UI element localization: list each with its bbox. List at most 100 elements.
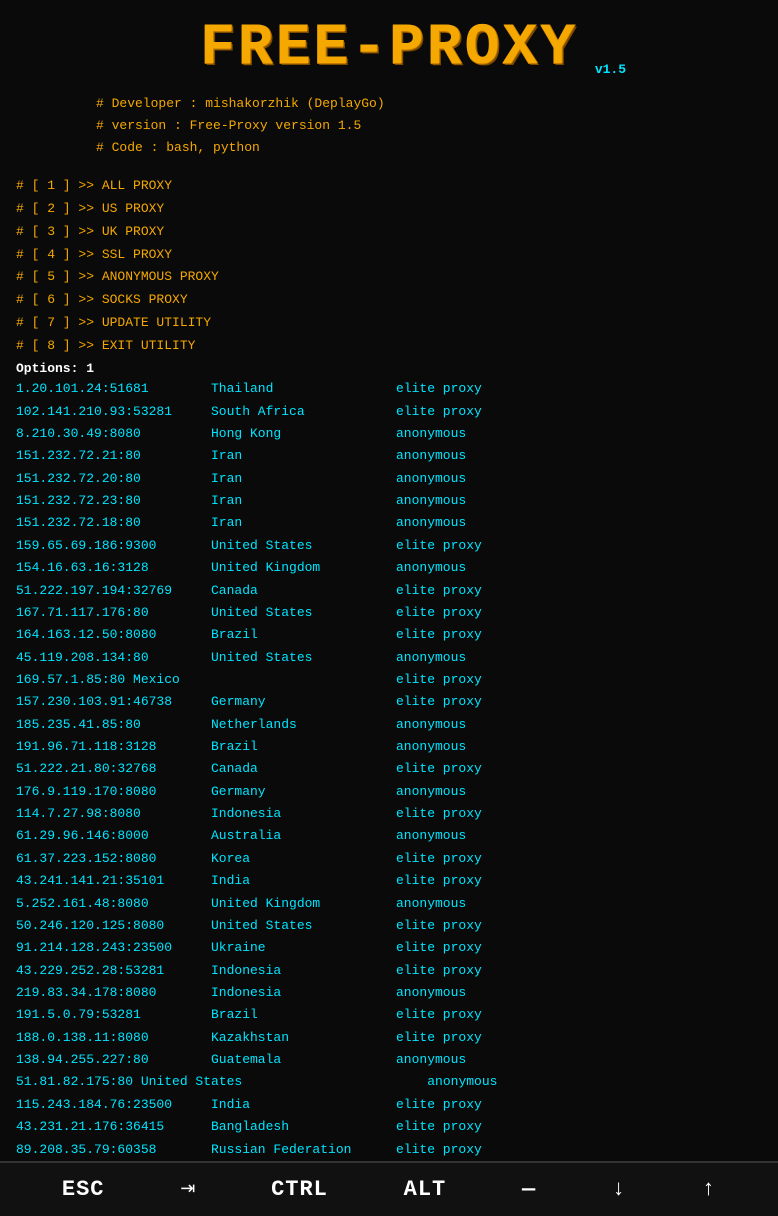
info-line-3: # Code : bash, python xyxy=(96,137,762,159)
proxy-row: 89.208.35.79:60358Russian Federationelit… xyxy=(16,1139,762,1161)
bottom-key-5[interactable]: ↓ xyxy=(612,1177,626,1202)
proxy-ip: 115.243.184.76:23500 xyxy=(16,1094,211,1116)
proxy-row: 151.232.72.21:80Irananonymous xyxy=(16,445,762,467)
menu-item-6[interactable]: # [ 6 ] >> SOCKS PROXY xyxy=(16,289,762,312)
proxy-country: Thailand xyxy=(211,378,396,400)
proxy-type: elite proxy xyxy=(396,1004,482,1026)
menu-item-5[interactable]: # [ 5 ] >> ANONYMOUS PROXY xyxy=(16,266,762,289)
bottom-key-6[interactable]: ↑ xyxy=(702,1177,716,1202)
proxy-ip: 151.232.72.23:80 xyxy=(16,490,211,512)
proxy-row: 157.230.103.91:46738Germanyelite proxy xyxy=(16,691,762,713)
menu-item-1[interactable]: # [ 1 ] >> ALL PROXY xyxy=(16,175,762,198)
proxy-ip: 45.119.208.134:80 xyxy=(16,647,211,669)
info-line-1: # Developer : mishakorzhik (DeplayGo) xyxy=(96,93,762,115)
proxy-row: 115.243.184.76:23500Indiaelite proxy xyxy=(16,1094,762,1116)
options-line: Options: 1 xyxy=(0,359,778,378)
proxy-ip: 50.246.120.125:8080 xyxy=(16,915,211,937)
proxy-type: elite proxy xyxy=(396,758,482,780)
proxy-row: 102.141.210.93:53281South Africaelite pr… xyxy=(16,401,762,423)
proxy-ip: 43.241.141.21:35101 xyxy=(16,870,211,892)
proxy-ip: 185.235.41.85:80 xyxy=(16,714,211,736)
proxy-country: Canada xyxy=(211,580,396,602)
proxy-country: Hong Kong xyxy=(211,423,396,445)
proxy-row: 159.65.69.186:9300United Stateselite pro… xyxy=(16,535,762,557)
proxy-ip: 159.65.69.186:9300 xyxy=(16,535,211,557)
proxy-ip: 102.141.210.93:53281 xyxy=(16,401,211,423)
proxy-type: elite proxy xyxy=(396,1027,482,1049)
menu-item-3[interactable]: # [ 3 ] >> UK PROXY xyxy=(16,221,762,244)
proxy-table: 1.20.101.24:51681Thailandelite proxy102.… xyxy=(0,378,778,1161)
menu-item-4[interactable]: # [ 4 ] >> SSL PROXY xyxy=(16,244,762,267)
proxy-ip: 151.232.72.21:80 xyxy=(16,445,211,467)
proxy-type: elite proxy xyxy=(396,669,482,691)
proxy-ip: 151.232.72.18:80 xyxy=(16,512,211,534)
proxy-ip: 219.83.34.178:8080 xyxy=(16,982,211,1004)
proxy-row: 164.163.12.50:8080Brazilelite proxy xyxy=(16,624,762,646)
proxy-row: 191.5.0.79:53281Brazilelite proxy xyxy=(16,1004,762,1026)
proxy-type: elite proxy xyxy=(396,535,482,557)
proxy-country: United States xyxy=(211,915,396,937)
proxy-ip: 164.163.12.50:8080 xyxy=(16,624,211,646)
proxy-ip: 167.71.117.176:80 xyxy=(16,602,211,624)
proxy-country: Iran xyxy=(211,490,396,512)
proxy-ip: 91.214.128.243:23500 xyxy=(16,937,211,959)
proxy-country xyxy=(242,1071,427,1093)
proxy-country: United States xyxy=(211,602,396,624)
proxy-type: elite proxy xyxy=(396,848,482,870)
proxy-country: Brazil xyxy=(211,736,396,758)
proxy-row: 151.232.72.23:80Irananonymous xyxy=(16,490,762,512)
proxy-country: United Kingdom xyxy=(211,557,396,579)
proxy-ip: 51.81.82.175:80 United States xyxy=(16,1071,242,1093)
menu-item-8[interactable]: # [ 8 ] >> EXIT UTILITY xyxy=(16,335,762,358)
proxy-country: Guatemala xyxy=(211,1049,396,1071)
proxy-ip: 157.230.103.91:46738 xyxy=(16,691,211,713)
proxy-country: Ukraine xyxy=(211,937,396,959)
bottom-key-4[interactable]: — xyxy=(522,1177,536,1202)
proxy-row: 219.83.34.178:8080Indonesiaanonymous xyxy=(16,982,762,1004)
proxy-ip: 61.29.96.146:8000 xyxy=(16,825,211,847)
proxy-country: Germany xyxy=(211,691,396,713)
proxy-country: Indonesia xyxy=(211,960,396,982)
proxy-country: India xyxy=(211,870,396,892)
proxy-type: elite proxy xyxy=(396,915,482,937)
proxy-type: anonymous xyxy=(396,445,466,467)
proxy-country: Netherlands xyxy=(211,714,396,736)
proxy-country: South Africa xyxy=(211,401,396,423)
proxy-country: Korea xyxy=(211,848,396,870)
proxy-ip: 1.20.101.24:51681 xyxy=(16,378,211,400)
proxy-country: Kazakhstan xyxy=(211,1027,396,1049)
proxy-type: anonymous xyxy=(396,714,466,736)
version-badge: v1.5 xyxy=(595,62,626,77)
bottom-key-1[interactable]: ⇥ xyxy=(180,1178,195,1200)
proxy-type: elite proxy xyxy=(396,960,482,982)
proxy-type: anonymous xyxy=(396,490,466,512)
proxy-ip: 154.16.63.16:3128 xyxy=(16,557,211,579)
proxy-country: Russian Federation xyxy=(211,1139,396,1161)
proxy-ip: 8.210.30.49:8080 xyxy=(16,423,211,445)
bottom-key-0[interactable]: ESC xyxy=(62,1177,105,1202)
proxy-ip: 151.232.72.20:80 xyxy=(16,468,211,490)
proxy-row: 43.241.141.21:35101Indiaelite proxy xyxy=(16,870,762,892)
proxy-type: elite proxy xyxy=(396,1139,482,1161)
proxy-type: elite proxy xyxy=(396,378,482,400)
menu-item-2[interactable]: # [ 2 ] >> US PROXY xyxy=(16,198,762,221)
proxy-row: 50.246.120.125:8080United Stateselite pr… xyxy=(16,915,762,937)
proxy-ip: 61.37.223.152:8080 xyxy=(16,848,211,870)
header-area: FREE-PROXY v1.5 # Developer : mishakorzh… xyxy=(0,0,778,167)
bottom-key-2[interactable]: CTRL xyxy=(271,1177,328,1202)
proxy-country: Bangladesh xyxy=(211,1116,396,1138)
proxy-row: 1.20.101.24:51681Thailandelite proxy xyxy=(16,378,762,400)
proxy-country: Brazil xyxy=(211,1004,396,1026)
proxy-type: anonymous xyxy=(396,468,466,490)
proxy-ip: 176.9.119.170:8080 xyxy=(16,781,211,803)
proxy-type: anonymous xyxy=(396,512,466,534)
proxy-type: anonymous xyxy=(396,982,466,1004)
menu-item-7[interactable]: # [ 7 ] >> UPDATE UTILITY xyxy=(16,312,762,335)
proxy-row: 167.71.117.176:80United Stateselite prox… xyxy=(16,602,762,624)
proxy-country: Australia xyxy=(211,825,396,847)
proxy-ip: 43.229.252.28:53281 xyxy=(16,960,211,982)
proxy-row: 45.119.208.134:80United Statesanonymous xyxy=(16,647,762,669)
proxy-row: 114.7.27.98:8080Indonesiaelite proxy xyxy=(16,803,762,825)
bottom-key-3[interactable]: ALT xyxy=(404,1177,447,1202)
proxy-ip: 191.5.0.79:53281 xyxy=(16,1004,211,1026)
